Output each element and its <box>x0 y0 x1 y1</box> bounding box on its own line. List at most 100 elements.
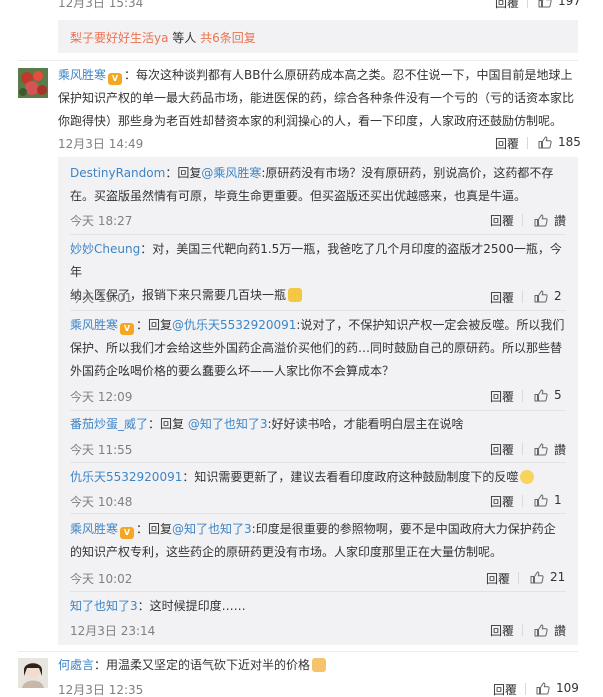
thumbs-up-icon <box>534 493 548 506</box>
replies-summary-suffix: 等人 <box>168 31 201 45</box>
comment-time: 12月3日 12:35 <box>58 683 144 697</box>
sub-reply-author[interactable]: 仇乐天5532920091 <box>70 470 182 484</box>
divider <box>522 495 523 507</box>
sub-reply-reply-button[interactable]: 回覆 <box>490 441 514 458</box>
replies-summary-name[interactable]: 梨子要好好生活ya <box>70 31 168 45</box>
sub-reply-like-button[interactable]: 2 <box>534 289 562 303</box>
thumbs-up-icon <box>538 135 552 148</box>
sub-reply-author[interactable]: 知了也知了3 <box>70 599 138 613</box>
avatar-image <box>18 658 48 688</box>
sub-reply-author[interactable]: DestinyRandom <box>70 166 165 180</box>
thumbs-up-icon <box>534 214 548 227</box>
sub-reply-divider <box>70 513 566 514</box>
sub-reply-divider <box>70 410 566 411</box>
sub-reply-time: 12月3日 23:14 <box>70 624 156 638</box>
sub-reply-time: 今天 18:27 <box>70 214 133 228</box>
reply-button[interactable]: 回覆 <box>495 135 519 152</box>
mention[interactable]: @乘风胜寒 <box>201 166 261 180</box>
divider <box>518 572 519 584</box>
sub-reply-like-count: 21 <box>550 570 566 584</box>
sub-reply-like-button[interactable]: 讚 <box>534 441 566 458</box>
vip-badge-icon: V <box>120 323 135 335</box>
divider <box>522 443 523 455</box>
avatar-image <box>18 68 48 98</box>
vip-badge-icon: V <box>120 527 135 539</box>
sub-reply-author[interactable]: 乘风胜寒 <box>70 522 118 536</box>
sub-reply-author[interactable]: 妙妙Cheung <box>70 242 140 256</box>
sub-reply-text: 乘风胜寒 V ：回复@知了也知了3:印度是很重要的参照物啊，要不是中国政府大力保护药… <box>70 522 556 559</box>
mention[interactable]: @知了也知了3 <box>188 417 268 431</box>
divider <box>522 624 523 636</box>
divider <box>525 683 526 695</box>
sub-reply-reply-button[interactable]: 回覆 <box>490 493 514 510</box>
sub-reply-like-count: 1 <box>554 493 562 507</box>
mention[interactable]: @仇乐天5532920091 <box>172 318 296 332</box>
comment-text: 何處言：用温柔又坚定的语气砍下近对半的价格 <box>58 654 578 677</box>
sub-reply-divider <box>70 310 566 311</box>
emoji-icon <box>288 288 303 302</box>
sub-reply-reply-button[interactable]: 回覆 <box>490 212 514 229</box>
sub-reply-reply-button[interactable]: 回覆 <box>486 570 510 587</box>
sub-reply-like-count: 讚 <box>554 624 567 638</box>
comment-author[interactable]: 乘风胜寒 <box>58 68 106 82</box>
avatar[interactable] <box>18 68 48 98</box>
thumbs-up-icon <box>534 443 548 456</box>
sub-reply-divider <box>70 591 566 592</box>
sub-reply-text: 番茄炒蛋_威了：回复 @知了也知了3:好好读书哈，才能看明白层主在说啥 <box>70 417 464 431</box>
divider <box>522 390 523 402</box>
thumbs-up-icon <box>536 681 550 694</box>
divider <box>527 137 528 149</box>
sub-reply-like-count: 2 <box>554 289 562 303</box>
separator <box>18 651 578 652</box>
sub-reply-like-button[interactable]: 21 <box>530 570 565 584</box>
like-button[interactable]: 185 <box>538 135 581 149</box>
avatar[interactable] <box>18 658 48 688</box>
top-divider <box>527 0 528 8</box>
sub-reply-like-button[interactable]: 讚 <box>534 622 566 639</box>
thumbs-up-icon <box>534 388 548 401</box>
separator <box>18 60 578 61</box>
thumbs-up-emoji-icon <box>312 658 327 672</box>
sub-reply-time: 今天 15:01 <box>70 291 133 305</box>
like-count: 185 <box>558 135 581 149</box>
replies-summary: 梨子要好好生活ya 等人 共6条回复 <box>70 29 256 46</box>
thumbs-up-icon <box>534 289 548 302</box>
comment-time: 12月3日 14:49 <box>58 137 144 151</box>
top-time: 12月3日 15:34 <box>58 0 144 10</box>
comment-author[interactable]: 何處言 <box>58 658 94 672</box>
emoji-icon <box>520 470 535 484</box>
sub-reply-divider <box>70 462 566 463</box>
sub-reply-reply-button[interactable]: 回覆 <box>490 289 514 306</box>
vip-badge-icon: V <box>108 73 123 85</box>
sub-reply-time: 今天 12:09 <box>70 390 133 404</box>
sub-reply-like-button[interactable]: 5 <box>534 388 562 402</box>
sub-reply-like-count: 讚 <box>554 443 567 457</box>
mention[interactable]: @知了也知了3 <box>172 522 252 536</box>
reply-button[interactable]: 回覆 <box>493 681 517 697</box>
top-reply-button[interactable]: 回覆 <box>495 0 519 11</box>
sub-reply-like-count: 5 <box>554 388 562 402</box>
sub-reply-like-button[interactable]: 讚 <box>534 212 566 229</box>
thumbs-up-icon <box>530 570 544 583</box>
sub-reply-text: 乘风胜寒 V ：回复@仇乐天5532920091:说对了，不保护知识产权一定会被反噬… <box>70 318 565 378</box>
sub-reply-time: 今天 10:48 <box>70 495 133 509</box>
replies-summary-panel[interactable]: 梨子要好好生活ya 等人 共6条回复 <box>58 20 578 53</box>
sub-reply-text: 知了也知了3：这时候提印度…… <box>70 599 246 613</box>
sub-reply-time: 今天 10:02 <box>70 572 133 586</box>
thumbs-up-icon <box>534 624 548 637</box>
like-count: 109 <box>556 681 579 695</box>
sub-reply-like-button[interactable]: 1 <box>534 493 562 507</box>
top-like-count: 197 <box>558 0 581 8</box>
sub-reply-author[interactable]: 乘风胜寒 <box>70 318 118 332</box>
top-like-button[interactable]: 197 <box>538 0 581 8</box>
replies-summary-count[interactable]: 共6条回复 <box>200 31 256 45</box>
sub-reply-divider <box>70 234 566 235</box>
comment-feed: 12月3日 15:34 回覆 197 梨子要好好生活ya 等人 共6条回复 乘风… <box>0 0 603 697</box>
sub-reply-reply-button[interactable]: 回覆 <box>490 388 514 405</box>
sub-reply-author[interactable]: 番茄炒蛋_威了 <box>70 417 148 431</box>
sub-reply-text: 仇乐天5532920091：知识需要更新了，建议去看看印度政府这种鼓励制度下的反… <box>70 466 570 489</box>
sub-reply-like-count: 讚 <box>554 214 567 228</box>
like-button[interactable]: 109 <box>536 681 579 695</box>
comment-text: 乘风胜寒 V ：每次这种谈判都有人BB什么原研药成本高之类。忍不住说一下，中国目前是… <box>58 68 575 128</box>
sub-reply-reply-button[interactable]: 回覆 <box>490 622 514 639</box>
